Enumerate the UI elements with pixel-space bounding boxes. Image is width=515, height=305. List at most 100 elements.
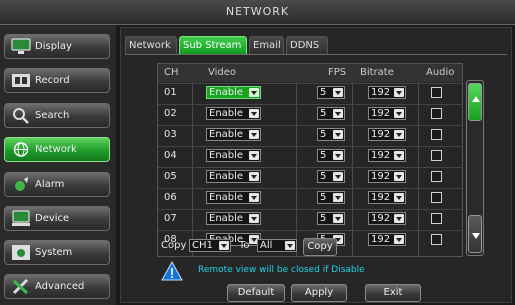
channel-number: 07 xyxy=(164,213,177,224)
video-value: Enable xyxy=(209,192,244,203)
fps-select[interactable]: 5 xyxy=(317,149,345,162)
scroll-up-button[interactable] xyxy=(468,83,482,121)
chevron-down-icon xyxy=(249,88,259,97)
chevron-down-icon xyxy=(394,172,404,181)
chevron-down-icon xyxy=(285,241,295,250)
monitor-icon xyxy=(11,38,31,54)
exit-button[interactable]: Exit xyxy=(365,284,421,302)
video-value: Enable xyxy=(209,150,244,161)
copy-button[interactable]: Copy xyxy=(303,238,337,256)
fps-value: 5 xyxy=(320,108,327,119)
audio-checkbox[interactable] xyxy=(431,87,442,98)
audio-checkbox[interactable] xyxy=(431,108,442,119)
tab-sub-stream[interactable]: Sub Stream xyxy=(179,36,247,54)
warning-text: Remote view will be closed if Disable xyxy=(198,265,365,275)
audio-checkbox[interactable] xyxy=(431,213,442,224)
video-select[interactable]: Enable xyxy=(206,170,261,183)
audio-checkbox[interactable] xyxy=(431,150,442,161)
video-select[interactable]: Enable xyxy=(206,149,261,162)
bitrate-select[interactable]: 192 xyxy=(368,233,406,246)
video-value: Enable xyxy=(209,213,244,224)
fps-select[interactable]: 5 xyxy=(317,86,345,99)
sidebar-item-search[interactable]: Search xyxy=(4,103,110,128)
chevron-down-icon xyxy=(394,193,404,202)
bitrate-value: 192 xyxy=(371,213,391,224)
video-select[interactable]: Enable xyxy=(206,191,261,204)
channel-number: 03 xyxy=(164,129,177,140)
copy-to-label: To xyxy=(239,240,250,251)
chevron-down-icon xyxy=(249,172,259,181)
chevron-down-icon xyxy=(394,151,404,160)
tab-ddns[interactable]: DDNS xyxy=(286,36,328,54)
system-icon xyxy=(12,245,30,260)
header-bitrate: Bitrate xyxy=(360,67,394,78)
bitrate-value: 192 xyxy=(371,234,391,245)
sidebar-item-label: Display xyxy=(35,41,72,52)
chevron-down-icon xyxy=(249,109,259,118)
video-select[interactable]: Enable xyxy=(206,86,261,99)
window-title: NETWORK xyxy=(0,0,515,25)
fps-select[interactable]: 5 xyxy=(317,128,345,141)
bitrate-value: 192 xyxy=(371,108,391,119)
bitrate-select[interactable]: 192 xyxy=(368,107,406,120)
arrow-down-icon xyxy=(472,233,480,239)
header-ch: CH xyxy=(164,67,179,78)
sidebar-item-label: Record xyxy=(35,75,70,86)
channel-number: 06 xyxy=(164,192,177,203)
bitrate-select[interactable]: 192 xyxy=(368,149,406,162)
chevron-down-icon xyxy=(394,214,404,223)
video-select[interactable]: Enable xyxy=(206,212,261,225)
bitrate-select[interactable]: 192 xyxy=(368,191,406,204)
sidebar-item-network[interactable]: Network xyxy=(4,137,110,162)
sidebar-item-label: Alarm xyxy=(35,179,65,190)
sidebar-item-record[interactable]: Record xyxy=(4,68,110,93)
bitrate-select[interactable]: 192 xyxy=(368,128,406,141)
apply-button[interactable]: Apply xyxy=(291,284,347,302)
scroll-down-button[interactable] xyxy=(468,215,482,253)
content-panel: Network Sub Stream Email DDNS CH Video F… xyxy=(120,27,512,303)
bitrate-value: 192 xyxy=(371,150,391,161)
chevron-down-icon xyxy=(333,109,343,118)
chevron-down-icon xyxy=(394,109,404,118)
table-row: 01 Enable 5 192 xyxy=(158,83,462,101)
tools-icon xyxy=(12,278,29,295)
copy-from-select[interactable]: CH1 xyxy=(189,239,231,252)
audio-checkbox[interactable] xyxy=(431,171,442,182)
table-row: 03 Enable 5 192 xyxy=(158,125,462,143)
tab-network[interactable]: Network xyxy=(125,36,177,54)
bitrate-select[interactable]: 192 xyxy=(368,86,406,99)
table-scrollbar[interactable] xyxy=(466,80,484,256)
video-select[interactable]: Enable xyxy=(206,107,261,120)
bitrate-value: 192 xyxy=(371,87,391,98)
fps-select[interactable]: 5 xyxy=(317,212,345,225)
chevron-down-icon xyxy=(333,130,343,139)
copy-to-value: All xyxy=(260,240,273,251)
sidebar-item-label: Network xyxy=(35,144,77,155)
bitrate-select[interactable]: 192 xyxy=(368,170,406,183)
alarm-icon xyxy=(15,177,28,191)
tab-email[interactable]: Email xyxy=(249,36,284,54)
audio-checkbox[interactable] xyxy=(431,129,442,140)
chevron-down-icon xyxy=(249,151,259,160)
sidebar-item-display[interactable]: Display xyxy=(4,34,110,59)
audio-checkbox[interactable] xyxy=(431,192,442,203)
sidebar-item-advanced[interactable]: Advanced xyxy=(4,274,110,299)
table-row: 07 Enable 5 192 xyxy=(158,209,462,227)
header-audio: Audio xyxy=(426,67,455,78)
bitrate-select[interactable]: 192 xyxy=(368,212,406,225)
sidebar-item-system[interactable]: System xyxy=(4,240,110,265)
copy-to-select[interactable]: All xyxy=(257,239,297,252)
audio-checkbox[interactable] xyxy=(431,234,442,245)
sidebar-item-label: Advanced xyxy=(35,281,85,292)
fps-select[interactable]: 5 xyxy=(317,191,345,204)
fps-select[interactable]: 5 xyxy=(317,107,345,120)
film-icon xyxy=(12,74,30,87)
sidebar-item-alarm[interactable]: Alarm xyxy=(4,172,110,197)
sidebar-item-label: Search xyxy=(35,110,70,121)
fps-select[interactable]: 5 xyxy=(317,170,345,183)
default-button[interactable]: Default xyxy=(227,284,285,302)
table-row: 02 Enable 5 192 xyxy=(158,104,462,122)
video-select[interactable]: Enable xyxy=(206,128,261,141)
sidebar-item-device[interactable]: Device xyxy=(4,206,110,231)
fps-value: 5 xyxy=(320,213,327,224)
